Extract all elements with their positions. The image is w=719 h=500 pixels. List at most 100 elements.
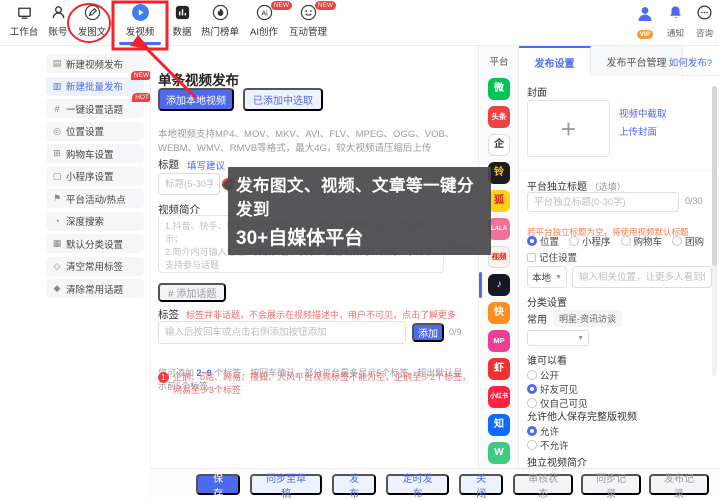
tag-add-button[interactable]: 添加 — [412, 323, 444, 342]
topbar-right-cluster: VIP 通知 咨询 — [635, 4, 713, 39]
nav-label: 账号 — [48, 24, 67, 38]
action-footer: 保存 同步至草稿 发布 定时发布 关闭 审核状态 同步记录 发布记录 — [150, 468, 719, 500]
new-badge: NEW — [315, 1, 336, 10]
location-icon: ◎ — [52, 126, 62, 137]
radio-dot — [527, 398, 537, 408]
common-category-chip[interactable]: 明星-资讯访谈 — [553, 310, 622, 327]
title-label-row: 标题 填写建议 — [158, 157, 225, 172]
sidebar-item-new-batch-publish[interactable]: NEW▥新建批量发布 — [46, 77, 144, 96]
radio-save-deny[interactable]: 不允许 — [527, 438, 569, 452]
support-label: 咨询 — [696, 27, 713, 39]
cover-upload-box[interactable]: + — [527, 100, 610, 157]
visibility-label: 谁可以看 — [527, 352, 567, 367]
independent-title-input[interactable] — [527, 192, 679, 212]
add-local-video-button[interactable]: 添加本地视频 — [158, 88, 234, 111]
publish-button[interactable]: 发布 — [332, 474, 376, 495]
sidebar-item-clear-tags[interactable]: ◇清空常用标签 — [46, 257, 144, 276]
sidebar-item-clear-topics[interactable]: ◆清除常用话题 — [46, 279, 144, 298]
sync-log-button[interactable]: 同步记录 — [581, 474, 641, 495]
clock-icon: ◔ — [52, 216, 62, 226]
title-suggestion-link[interactable]: 填写建议 — [187, 158, 225, 172]
save-button[interactable]: 保存 — [196, 474, 240, 495]
sync-to-draft-button[interactable]: 同步至草稿 — [250, 474, 322, 495]
nav-post-article[interactable]: 发图文 — [68, 3, 116, 38]
how-to-publish-link[interactable]: 如何发布? — [669, 55, 712, 69]
location-search-input[interactable] — [572, 266, 712, 288]
sidebar-item-location-settings[interactable]: ◎位置设置 — [46, 122, 144, 141]
close-button[interactable]: 关闭 — [459, 474, 503, 495]
lala-platform-icon[interactable]: LALA — [488, 218, 510, 240]
play-video-icon — [131, 3, 150, 22]
list-icon: ▤ — [52, 58, 62, 69]
radio-dot — [527, 440, 537, 450]
svg-text:Ai: Ai — [261, 9, 268, 17]
bell-platform-icon[interactable]: 铃 — [488, 162, 510, 184]
zhihu-icon[interactable]: 知 — [488, 414, 510, 436]
tag-input[interactable] — [158, 321, 406, 344]
remember-settings-checkbox[interactable]: 记住设置 — [527, 250, 577, 264]
notifications-button[interactable]: 通知 — [667, 4, 684, 39]
radio-dot — [527, 384, 537, 394]
category-select[interactable]: ▼ — [527, 330, 589, 346]
sidebar-item-cart-settings[interactable]: ⊞购物车设置 — [46, 144, 144, 163]
toutiao-icon[interactable]: 头条 — [488, 106, 510, 128]
support-button[interactable]: 咨询 — [696, 4, 713, 39]
support-chat-icon — [696, 4, 713, 26]
pick-from-added-button[interactable]: 已添加中选取 — [243, 88, 323, 111]
upload-cover-link[interactable]: 上传封面 — [619, 124, 657, 138]
capture-from-video-link[interactable]: 视频中截取 — [619, 106, 667, 120]
weishi-icon[interactable]: W — [488, 442, 510, 464]
sidebar-item-platform-activity[interactable]: ⚑平台活动/热点 — [46, 189, 144, 208]
radio-dot — [527, 370, 537, 380]
nav-post-video[interactable]: 发视频 — [116, 3, 164, 38]
tag-platform-warning-row: 1 企鹅、b站、网易、搜狐、大风平台视频标签不能为空，企鹅至少2个标签，网易至少… — [158, 371, 473, 397]
radio-location[interactable]: 位置 — [527, 234, 559, 248]
nav-ai-create[interactable]: NEW Ai AI创作 — [240, 3, 288, 38]
sohu-video-icon[interactable]: 视频 — [488, 246, 510, 268]
common-label: 常用 — [527, 311, 547, 326]
sidebar-item-new-video-publish[interactable]: ▤新建视频发布 — [46, 54, 144, 73]
qiehao-icon[interactable]: 企 — [488, 134, 510, 156]
douyin-icon[interactable]: ♪ — [488, 274, 510, 296]
meipai-icon[interactable]: MP — [488, 330, 510, 352]
radio-miniapp[interactable]: 小程序 — [569, 234, 611, 248]
account-icon — [49, 3, 68, 22]
publish-log-button[interactable]: 发布记录 — [649, 474, 709, 495]
radio-visibility-friends[interactable]: 好友可见 — [527, 382, 578, 396]
radio-visibility-public[interactable]: 公开 — [527, 368, 559, 382]
kuaishou-icon[interactable]: 快 — [488, 302, 510, 324]
radio-cart[interactable]: 购物车 — [621, 234, 663, 248]
title-input[interactable] — [158, 173, 220, 195]
sidebar-item-one-key-topic[interactable]: HOT#一键设置话题 — [46, 99, 144, 118]
wechat-channels-icon[interactable]: 微 — [488, 78, 510, 100]
sohu-icon[interactable]: 狐 — [488, 190, 510, 212]
batch-icon: ▥ — [52, 81, 62, 92]
sidebar-item-deep-search[interactable]: ◔深度搜索 — [46, 212, 144, 231]
nav-interaction[interactable]: NEW 互动管理 — [284, 3, 332, 38]
pipixia-icon[interactable]: 虾 — [488, 358, 510, 380]
sidebar-item-default-category[interactable]: ▦默认分类设置 — [46, 234, 144, 253]
schedule-publish-button[interactable]: 定时发布 — [386, 474, 449, 495]
tab-publish-settings[interactable]: 发布设置 — [519, 46, 591, 76]
footer-right-group: 审核状态 同步记录 发布记录 — [513, 474, 719, 495]
user-avatar[interactable]: VIP — [635, 4, 655, 39]
tooltip-line-1: 发布图文、视频、文章等一键分发到 — [236, 172, 483, 220]
xiaohongshu-icon[interactable]: 小红书 — [488, 386, 510, 408]
remember-settings-row: 记住设置 — [527, 250, 577, 264]
sidebar-item-miniapp-settings[interactable]: ▢小程序设置 — [46, 167, 144, 186]
hash-icon: # — [52, 104, 62, 114]
audit-status-button[interactable]: 审核状态 — [513, 474, 573, 495]
add-topic-button[interactable]: # 添加话题 — [158, 283, 226, 302]
chart-icon — [173, 3, 192, 22]
scrollbar-thumb[interactable] — [712, 86, 717, 266]
cover-label: 封面 — [527, 84, 547, 99]
independent-title-counter: 0/30 — [685, 196, 703, 206]
miniapp-icon: ▢ — [52, 171, 62, 182]
nav-hot-list[interactable]: 热门榜单 — [196, 3, 244, 38]
radio-save-allow[interactable]: 允许 — [527, 424, 559, 438]
location-scope-select[interactable]: 本地▼ — [527, 266, 567, 288]
plus-icon: + — [561, 116, 576, 142]
radio-groupbuy[interactable]: 团购 — [672, 234, 704, 248]
panel-tabs: 发布设置 发布平台管理 如何发布? — [519, 46, 719, 76]
cart-icon: ⊞ — [52, 148, 62, 159]
